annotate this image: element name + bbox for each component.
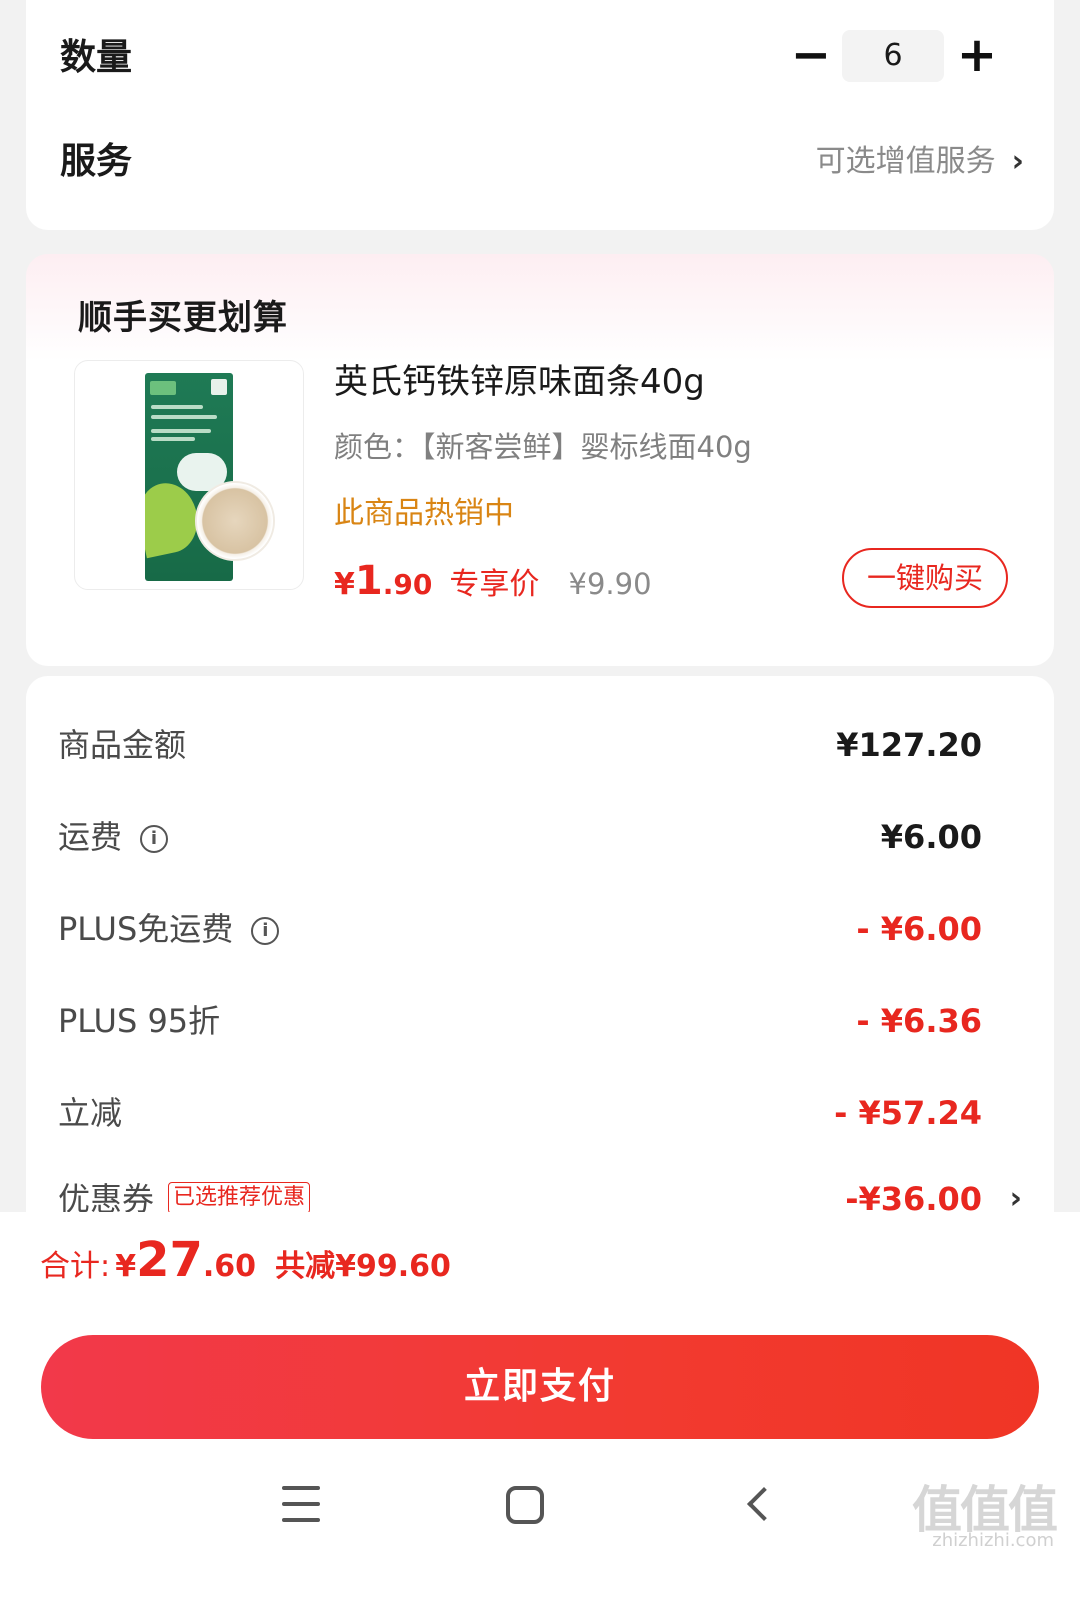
plus-free-shipping-label-group: PLUS免运费 i <box>58 904 280 954</box>
product-thumbnail[interactable] <box>74 360 304 590</box>
pay-now-button[interactable]: 立即支付 <box>41 1335 1039 1439</box>
quantity-decrease-button[interactable]: − <box>786 30 836 80</box>
menu-icon[interactable] <box>272 1476 332 1536</box>
plus-free-shipping-value: - ¥6.00 <box>856 910 982 948</box>
quantity-increase-button[interactable]: + <box>952 30 1002 80</box>
price-decimal: .90 <box>382 568 433 601</box>
total-currency: ¥ <box>115 1249 137 1284</box>
price-breakdown-card: 商品金额 ¥127.20 运费 i ¥6.00 PLUS免运费 i - ¥6.00 … <box>26 676 1054 1236</box>
instant-discount-row: 立减 - ¥57.24 <box>58 1088 982 1138</box>
upsell-card: 顺手买更划算 英氏钙铁锌原味面条40g 颜色：【新客尝鲜】婴标线面40g 此商品… <box>26 254 1054 666</box>
upsell-product-name[interactable]: 英氏钙铁锌原味面条40g <box>334 354 705 403</box>
instant-discount-value: - ¥57.24 <box>834 1094 982 1132</box>
value-added-service-link[interactable]: 可选增值服务 › <box>816 136 1024 180</box>
shipping-label-group: 运费 i <box>58 812 169 862</box>
shipping-row: 运费 i ¥6.00 <box>58 812 982 862</box>
noodle-bowl-image <box>195 481 275 561</box>
shipping-value: ¥6.00 <box>880 818 982 856</box>
info-icon[interactable]: i <box>140 825 169 853</box>
service-label: 服务 <box>60 141 133 182</box>
watermark-url: zhizhizhi.com <box>932 1530 1054 1551</box>
upsell-product-variant: 颜色：【新客尝鲜】婴标线面40g <box>334 430 752 464</box>
price-integer: 1 <box>354 558 383 604</box>
upsell-price: ¥1.90 专享价 ¥9.90 <box>334 558 652 604</box>
total-integer: 27 <box>136 1232 203 1288</box>
back-icon[interactable] <box>747 1487 781 1521</box>
coupon-recommended-badge: 已选推荐优惠 <box>168 1182 311 1214</box>
instant-discount-label: 立减 <box>58 1094 123 1132</box>
checkout-bar: 合计: ¥27.60 共减¥99.60 立即支付 值值值 zhizhizhi.c… <box>0 1212 1080 1610</box>
chevron-right-icon: › <box>1011 144 1024 179</box>
order-options-card: 数量 − 6 + 服务 可选增值服务 › <box>26 0 1054 230</box>
original-price: ¥9.90 <box>568 567 652 601</box>
info-icon[interactable]: i <box>251 917 280 945</box>
hot-sale-label: 此商品热销中 <box>334 496 514 531</box>
plus-discount-value: - ¥6.36 <box>856 1002 982 1040</box>
home-icon[interactable] <box>506 1486 544 1524</box>
upsell-title: 顺手买更划算 <box>78 298 288 338</box>
price-currency: ¥ <box>334 567 355 602</box>
service-link-text: 可选增值服务 <box>815 144 996 179</box>
quantity-label: 数量 <box>60 37 133 78</box>
quantity-input[interactable]: 6 <box>842 30 944 82</box>
plus-free-shipping-label: PLUS免运费 <box>58 910 234 948</box>
total-saved: 共减¥99.60 <box>275 1249 451 1284</box>
shipping-label: 运费 <box>58 818 123 856</box>
goods-amount-label: 商品金额 <box>58 726 187 764</box>
plus-free-shipping-row: PLUS免运费 i - ¥6.00 <box>58 904 982 954</box>
total-summary: 合计: ¥27.60 共减¥99.60 <box>40 1232 451 1312</box>
total-decimal: .60 <box>202 1249 257 1284</box>
exclusive-price-tag: 专享价 <box>449 567 540 602</box>
one-click-buy-button[interactable]: 一键购买 <box>842 548 1008 608</box>
plus-discount-label: PLUS 95折 <box>58 1002 221 1040</box>
goods-amount-value: ¥127.20 <box>836 726 982 764</box>
plus-discount-row: PLUS 95折 - ¥6.36 <box>58 996 982 1046</box>
goods-amount-row: 商品金额 ¥127.20 <box>58 720 982 770</box>
total-label: 合计: <box>40 1249 111 1284</box>
